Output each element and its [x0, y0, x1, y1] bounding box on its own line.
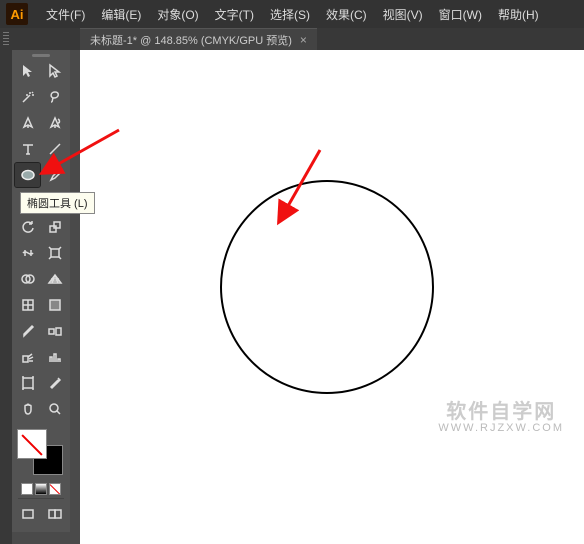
document-tabbar: 未标题-1* @ 148.85% (CMYK/GPU 预览) × [0, 28, 584, 50]
color-mode-row [21, 483, 61, 495]
screen-mode-normal[interactable] [15, 502, 40, 526]
menu-select[interactable]: 选择(S) [262, 2, 318, 27]
magic-wand-tool[interactable] [15, 85, 40, 109]
color-mode-none[interactable] [49, 483, 61, 495]
ellipse-tool-tooltip: 椭圆工具 (L) [20, 192, 95, 214]
gradient-tool[interactable] [42, 293, 67, 317]
hand-tool[interactable] [15, 397, 40, 421]
menu-help[interactable]: 帮助(H) [490, 2, 547, 27]
free-transform-tool[interactable] [42, 241, 67, 265]
scale-tool[interactable] [42, 215, 67, 239]
canvas-area[interactable]: 软件自学网 WWW.RJZXW.COM [80, 50, 584, 544]
no-fill-icon [20, 432, 44, 456]
color-mode-gradient[interactable] [35, 483, 47, 495]
panel-dock-strip [0, 28, 12, 544]
lasso-tool[interactable] [42, 85, 67, 109]
fill-color[interactable] [17, 429, 47, 459]
menubar: 文件(F) 编辑(E) 对象(O) 文字(T) 选择(S) 效果(C) 视图(V… [38, 2, 547, 27]
eyedropper-tool[interactable] [15, 319, 40, 343]
menu-text[interactable]: 文字(T) [207, 2, 262, 27]
artboard-tool[interactable] [15, 371, 40, 395]
document-tab[interactable]: 未标题-1* @ 148.85% (CMYK/GPU 预览) × [80, 28, 317, 50]
menu-edit[interactable]: 编辑(E) [93, 2, 149, 27]
menu-view[interactable]: 视图(V) [375, 2, 431, 27]
menu-file[interactable]: 文件(F) [38, 2, 93, 27]
width-tool[interactable] [15, 241, 40, 265]
screen-mode-switch[interactable] [42, 502, 67, 526]
direct-selection-tool[interactable] [42, 59, 67, 83]
zoom-tool[interactable] [42, 397, 67, 421]
menu-object[interactable]: 对象(O) [149, 2, 206, 27]
annotation-arrow-icon [34, 120, 134, 200]
dock-grip-icon[interactable] [3, 32, 9, 46]
shape-builder-tool[interactable] [15, 267, 40, 291]
fill-stroke-swatch[interactable] [17, 429, 65, 477]
color-mode-solid[interactable] [21, 483, 33, 495]
watermark-text-url: WWW.RJZXW.COM [438, 422, 564, 434]
toolbox-divider [18, 498, 64, 499]
perspective-grid-tool[interactable] [42, 267, 67, 291]
column-graph-tool[interactable] [42, 345, 67, 369]
menu-window[interactable]: 窗口(W) [431, 2, 490, 27]
symbol-sprayer-tool[interactable] [15, 345, 40, 369]
document-tab-title: 未标题-1* @ 148.85% (CMYK/GPU 预览) [90, 32, 292, 48]
toolbox-grip-icon[interactable] [32, 54, 50, 57]
app-topbar: Ai 文件(F) 编辑(E) 对象(O) 文字(T) 选择(S) 效果(C) 视… [0, 0, 584, 28]
mesh-tool[interactable] [15, 293, 40, 317]
app-logo: Ai [6, 3, 28, 25]
slice-tool[interactable] [42, 371, 67, 395]
blend-tool[interactable] [42, 319, 67, 343]
menu-effect[interactable]: 效果(C) [318, 2, 375, 27]
rotate-tool[interactable] [15, 215, 40, 239]
annotation-arrow-icon [270, 140, 350, 240]
watermark-text-cn: 软件自学网 [438, 395, 564, 424]
watermark: 软件自学网 WWW.RJZXW.COM [438, 395, 564, 434]
selection-tool[interactable] [15, 59, 40, 83]
close-tab-icon[interactable]: × [300, 33, 307, 47]
